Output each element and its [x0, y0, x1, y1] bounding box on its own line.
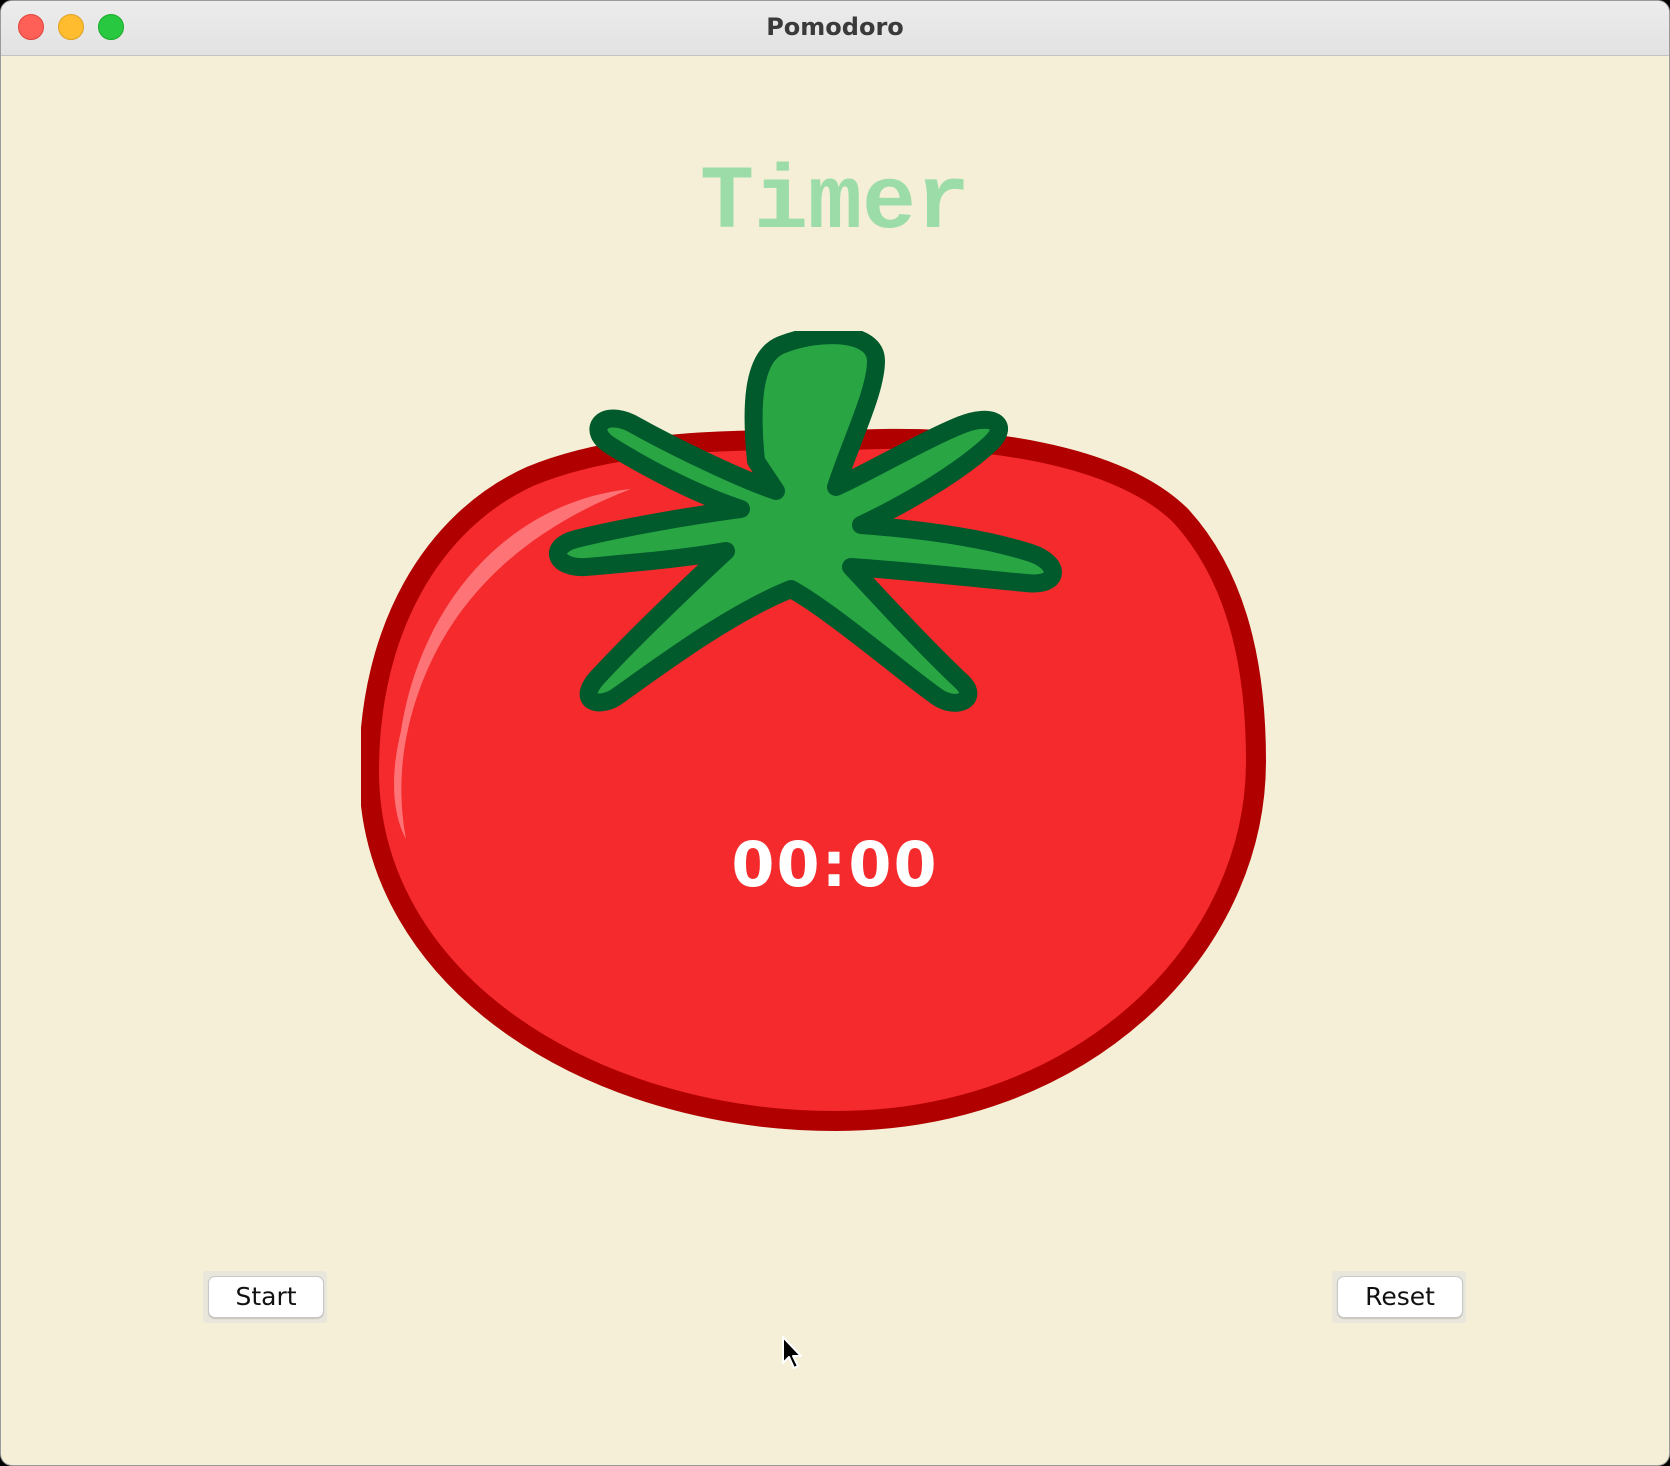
window-title: Pomodoro	[766, 13, 904, 41]
timer-heading: Timer	[699, 153, 971, 255]
pointer-cursor-icon	[782, 1336, 802, 1369]
start-button-frame: Start	[203, 1271, 327, 1323]
reset-button[interactable]: Reset	[1337, 1276, 1463, 1318]
title-bar[interactable]: Pomodoro	[1, 1, 1669, 56]
tomato-icon	[361, 331, 1267, 1132]
reset-button-frame: Reset	[1332, 1271, 1466, 1323]
app-window: Pomodoro Timer 00:00 Start Reset	[0, 0, 1670, 1466]
start-button[interactable]: Start	[208, 1276, 324, 1318]
countdown-display: 00:00	[731, 828, 939, 901]
